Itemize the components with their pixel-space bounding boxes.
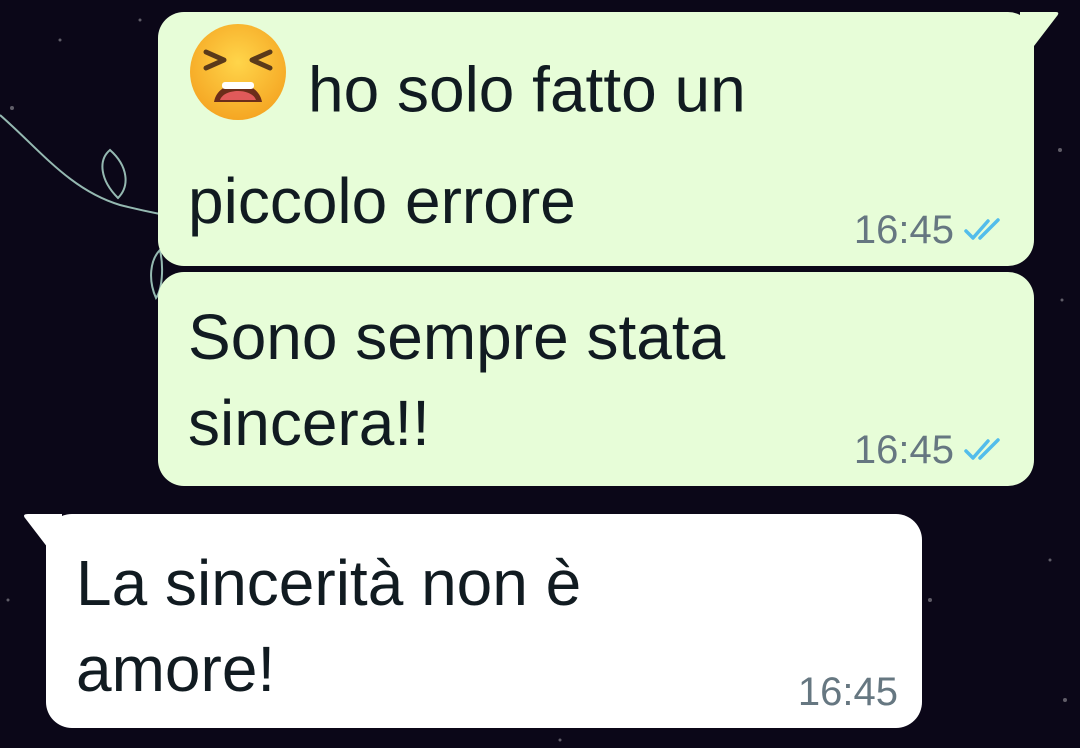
message-bubble-incoming[interactable]: La sincerità non è amore! 16:45 [46, 514, 922, 728]
message-bubble-outgoing[interactable]: Sono sempre stata sincera!! 16:45 [158, 272, 1034, 486]
message-text: ho solo fatto un [188, 24, 988, 142]
bubble-tail [1020, 12, 1059, 46]
message-timestamp: 16:45 [853, 208, 954, 252]
message-line: sincera!! [188, 387, 430, 459]
message-meta: 16:45 [798, 670, 898, 715]
double-check-read-icon [964, 428, 1008, 473]
message-bubble-outgoing[interactable]: ho solo fatto un piccolo errore 16:45 [158, 12, 1034, 266]
tired-face-emoji-icon [188, 22, 288, 153]
bubble-tail [24, 514, 62, 548]
message-timestamp: 16:45 [853, 428, 954, 472]
message-meta: 16:45 [854, 428, 1008, 473]
message-line: ho solo fatto un [308, 53, 746, 126]
message-timestamp: 16:45 [797, 670, 898, 714]
message-line: piccolo errore [188, 165, 576, 237]
message-line: amore! [76, 633, 276, 705]
double-check-read-icon [964, 208, 1008, 253]
message-meta: 16:45 [854, 208, 1008, 253]
